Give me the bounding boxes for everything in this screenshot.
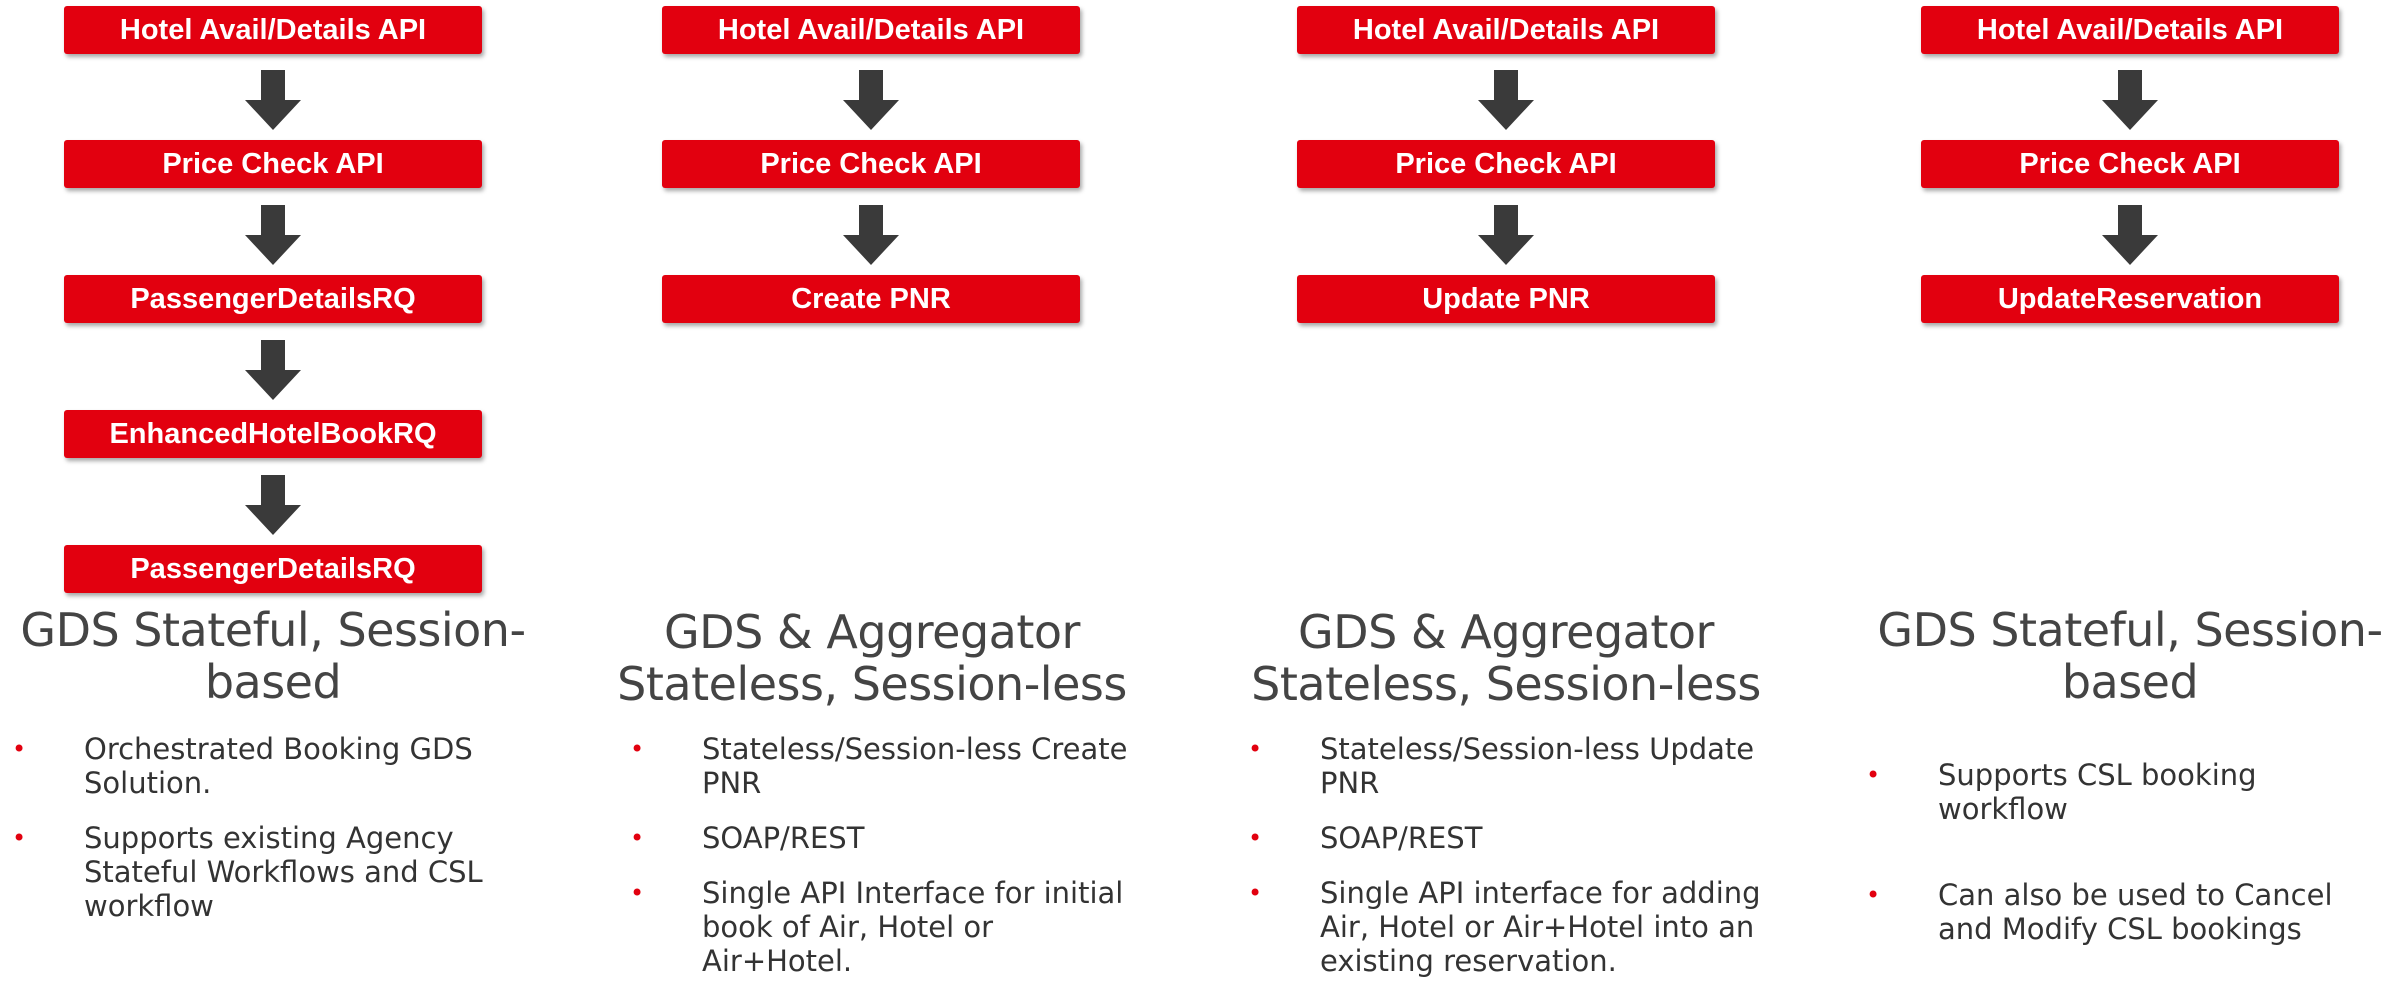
feature-text-line: Supports existing Agency	[84, 821, 454, 855]
bullet-dot-icon: •	[1866, 881, 1881, 909]
feature-list: • Stateless/Session-less Create PNR • SOAP/R…	[630, 732, 1150, 999]
step-box: Hotel Avail/Details API	[64, 6, 482, 54]
step-box: PassengerDetailsRQ	[64, 275, 482, 323]
feature-text-line: workflow	[84, 889, 214, 923]
feature-text-line: SOAP/REST	[702, 821, 865, 855]
feature-item: • SOAP/REST	[1248, 821, 1768, 855]
column-heading: GDS Stateful, Session-based	[1860, 604, 2382, 708]
down-arrow-icon	[245, 205, 301, 265]
feature-text-line: Orchestrated Booking GDS	[84, 732, 473, 766]
bullet-dot-icon: •	[630, 735, 645, 763]
bullet-dot-icon: •	[1866, 761, 1881, 789]
feature-text-line: Single API interface for adding	[1320, 876, 1761, 910]
feature-text-line: book of Air, Hotel or Air+Hotel.	[702, 910, 994, 978]
step-box: Hotel Avail/Details API	[1297, 6, 1715, 54]
feature-item: • Supports existing Agency Stateful Workfl…	[12, 821, 532, 923]
feature-text-line: and Modify CSL bookings	[1938, 912, 2302, 946]
down-arrow-icon	[245, 475, 301, 535]
feature-list: • Supports CSL booking workflow • Can also b…	[1866, 758, 2382, 967]
step-box: Price Check API	[1921, 140, 2339, 188]
feature-text-line: Single API Interface for initial	[702, 876, 1124, 910]
column-heading: GDS & Aggregator Stateless, Session-less	[602, 606, 1142, 710]
down-arrow-icon	[245, 340, 301, 400]
step-box: PassengerDetailsRQ	[64, 545, 482, 593]
bullet-dot-icon: •	[1248, 879, 1263, 907]
heading-line: GDS & Aggregator	[1298, 605, 1714, 659]
bullet-dot-icon: •	[630, 824, 645, 852]
step-box: Create PNR	[662, 275, 1080, 323]
feature-text-line: PNR	[1320, 766, 1380, 800]
heading-line: Stateless, Session-less	[617, 657, 1127, 711]
feature-text-line: Supports CSL booking	[1938, 758, 2257, 792]
column-heading: GDS Stateful, Session-based	[3, 604, 543, 708]
step-box: Price Check API	[1297, 140, 1715, 188]
feature-item: • SOAP/REST	[630, 821, 1150, 855]
feature-item: • Single API Interface for initial book of…	[630, 876, 1150, 978]
down-arrow-icon	[2102, 70, 2158, 130]
feature-item: • Stateless/Session-less Update PNR	[1248, 732, 1768, 800]
feature-text-line: Stateful Workflows and CSL	[84, 855, 483, 889]
feature-text-line: SOAP/REST	[1320, 821, 1483, 855]
down-arrow-icon	[2102, 205, 2158, 265]
feature-text-line: PNR	[702, 766, 762, 800]
down-arrow-icon	[843, 205, 899, 265]
step-box: UpdateReservation	[1921, 275, 2339, 323]
heading-line: GDS & Aggregator	[664, 605, 1080, 659]
heading-line: based	[2061, 655, 2199, 709]
bullet-dot-icon: •	[630, 879, 645, 907]
step-box: Hotel Avail/Details API	[662, 6, 1080, 54]
down-arrow-icon	[843, 70, 899, 130]
bullet-dot-icon: •	[12, 735, 27, 763]
step-box: Price Check API	[662, 140, 1080, 188]
feature-item: • Single API interface for adding Air, Hot…	[1248, 876, 1768, 978]
down-arrow-icon	[245, 70, 301, 130]
feature-text-line: Solution.	[84, 766, 212, 800]
heading-line: Stateless, Session-less	[1251, 657, 1761, 711]
feature-text-line: Can also be used to Cancel	[1938, 878, 2333, 912]
feature-list: • Orchestrated Booking GDS Solution. • Suppo…	[12, 732, 532, 944]
bullet-dot-icon: •	[1248, 735, 1263, 763]
down-arrow-icon	[1478, 70, 1534, 130]
feature-text-line: Stateless/Session-less Update	[1320, 732, 1755, 766]
feature-item: • Can also be used to Cancel and Modify CS…	[1866, 878, 2382, 946]
heading-line: GDS Stateful, Session-	[1877, 603, 2382, 657]
step-box: Price Check API	[64, 140, 482, 188]
step-box: Hotel Avail/Details API	[1921, 6, 2339, 54]
feature-text-line: existing reservation.	[1320, 944, 1617, 978]
down-arrow-icon	[1478, 205, 1534, 265]
feature-item: • Orchestrated Booking GDS Solution.	[12, 732, 532, 800]
feature-item: • Stateless/Session-less Create PNR	[630, 732, 1150, 800]
feature-text-line: Stateless/Session-less Create	[702, 732, 1128, 766]
feature-item: • Supports CSL booking workflow	[1866, 758, 2382, 826]
feature-list: • Stateless/Session-less Update PNR • SOAP/R…	[1248, 732, 1768, 999]
feature-text-line: workflow	[1938, 792, 2068, 826]
bullet-dot-icon: •	[12, 824, 27, 852]
column-heading: GDS & Aggregator Stateless, Session-less	[1236, 606, 1776, 710]
heading-line: based	[204, 655, 342, 709]
heading-line: GDS Stateful, Session-	[20, 603, 526, 657]
step-box: Update PNR	[1297, 275, 1715, 323]
step-box: EnhancedHotelBookRQ	[64, 410, 482, 458]
bullet-dot-icon: •	[1248, 824, 1263, 852]
feature-text-line: Air, Hotel or Air+Hotel into an	[1320, 910, 1755, 944]
